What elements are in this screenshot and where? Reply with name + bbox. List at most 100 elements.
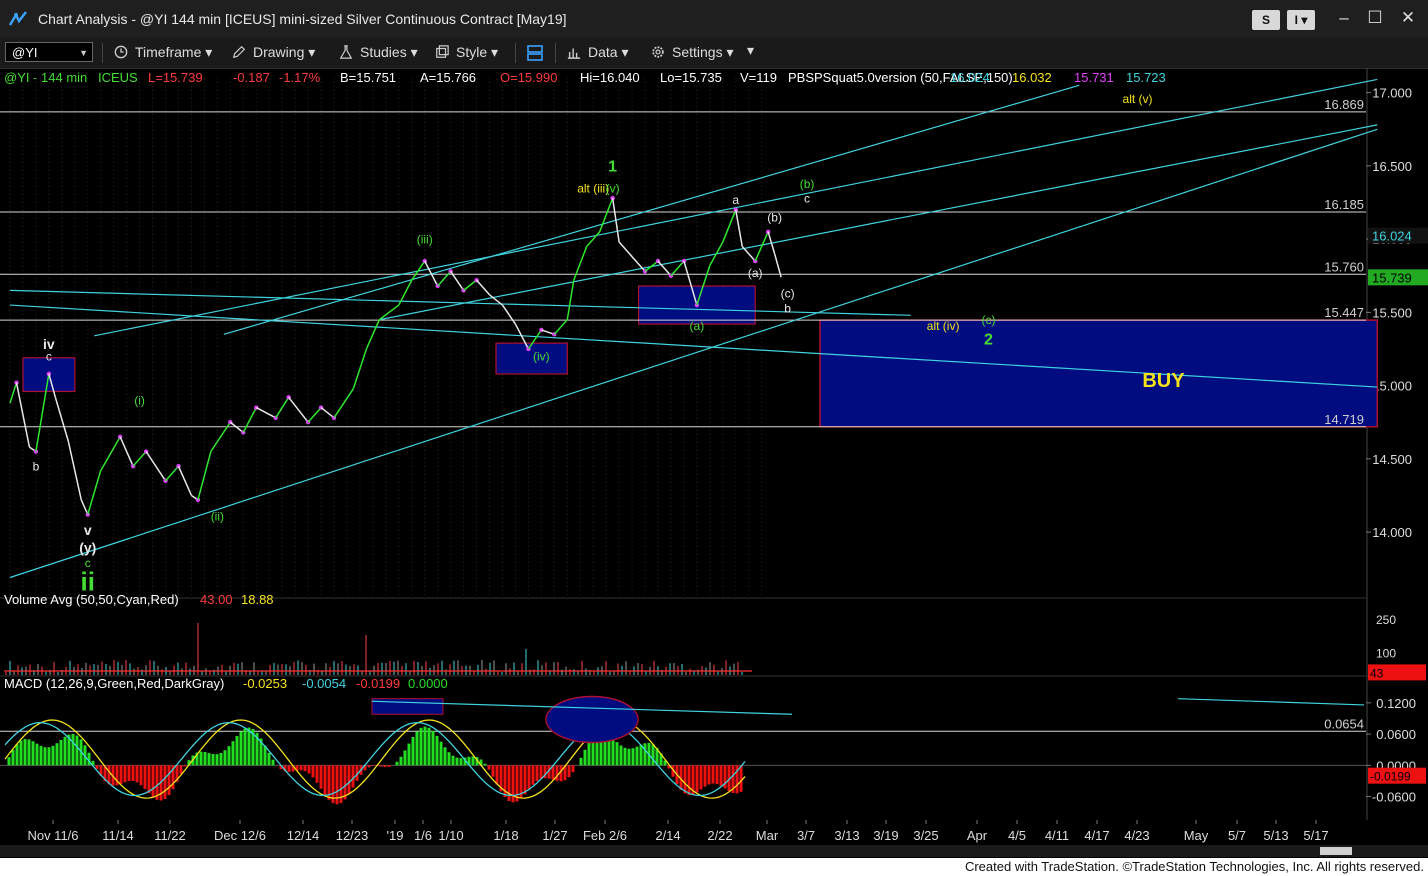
buy-zone-box	[819, 319, 1379, 428]
style-menu[interactable]: Style ▾	[434, 44, 498, 61]
y-tick-label: 14.000	[1372, 525, 1412, 540]
scrollbar-thumb[interactable]	[1320, 847, 1352, 855]
volume-title: Volume Avg (50,50,Cyan,Red)	[4, 592, 179, 607]
timeframe-label: Timeframe	[135, 44, 202, 60]
symbol-input[interactable]: @YI ▼	[5, 42, 93, 62]
wave-label: (b)	[800, 177, 815, 191]
price-bar	[145, 451, 167, 482]
price-bar	[164, 465, 180, 482]
x-tick-label: Nov 11/6	[27, 828, 78, 843]
minimize-icon[interactable]: –	[1332, 8, 1356, 28]
price-bar	[709, 241, 724, 266]
wave-label: a	[732, 193, 739, 207]
toolbar-overflow-button[interactable]: ▾	[747, 42, 754, 59]
last-price-flag: 15.739	[1372, 270, 1412, 285]
wave-label: (i)	[134, 394, 145, 408]
clock-icon	[114, 45, 128, 59]
price-bar	[15, 382, 31, 448]
legend-value: 15.731	[1074, 70, 1114, 85]
maximize-icon[interactable]: ☐	[1363, 8, 1387, 28]
studies-menu[interactable]: Studies ▾	[338, 44, 418, 61]
price-bar	[773, 253, 782, 278]
macd-value: -0.0054	[302, 676, 346, 691]
volume-tick-label: 100	[1376, 647, 1396, 661]
price-bar	[242, 407, 257, 433]
wave-label: c	[46, 350, 52, 364]
close-icon[interactable]: ✕	[1396, 8, 1420, 28]
settings-menu[interactable]: Settings ▾	[650, 44, 734, 61]
wave-label: (iii)	[417, 233, 433, 247]
price-bar	[288, 396, 309, 423]
price-bar	[424, 260, 439, 287]
studies-label: Studies	[360, 44, 407, 60]
y-tick-label: 15.000	[1372, 379, 1412, 394]
macd-tick-label: 0.1200	[1376, 696, 1416, 711]
style-label: Style	[456, 44, 488, 60]
level-label: 14.719	[1324, 412, 1364, 427]
trend-line	[9, 289, 911, 316]
price-bar	[722, 209, 737, 243]
price-bar	[501, 304, 517, 325]
price-bar	[87, 470, 102, 515]
s-button[interactable]: S	[1252, 10, 1280, 30]
x-tick-label: Mar	[756, 828, 779, 843]
legend-value: 16.024	[950, 70, 990, 85]
chart-area[interactable]: @YI - 144 min ICEUS L=15.739 -0.187 -1.17% B=…	[0, 68, 1428, 845]
x-tick-label: 4/17	[1084, 828, 1109, 843]
data-label: Data	[588, 44, 618, 60]
x-tick-label: 5/17	[1303, 828, 1328, 843]
symbol-value: @YI	[12, 45, 38, 60]
legend-value: -0.187	[233, 70, 270, 85]
wave-label: 2	[984, 332, 993, 349]
x-tick-label: 1/27	[542, 828, 567, 843]
legend-value: V=119	[740, 70, 777, 85]
legend-value: -1.17%	[279, 70, 321, 85]
y-tick-label: 17.000	[1372, 86, 1412, 101]
price-bar	[437, 270, 452, 287]
x-tick-label: 3/7	[797, 828, 815, 843]
drawing-menu[interactable]: Drawing ▾	[231, 44, 315, 61]
level-label: 16.185	[1324, 197, 1364, 212]
layout-button[interactable]	[526, 44, 550, 62]
macd-tick-label: 0.0600	[1376, 727, 1416, 742]
macd-ellipse	[545, 695, 639, 744]
x-tick-label: 1/18	[493, 828, 518, 843]
price-bar	[320, 406, 335, 419]
timeframe-menu[interactable]: Timeframe ▾	[113, 44, 212, 61]
wave-label: (iv)	[533, 350, 550, 364]
wave-label: BUY	[1142, 370, 1185, 392]
separator	[555, 43, 556, 63]
price-bar	[255, 406, 277, 419]
separator	[515, 43, 516, 63]
volume-flag: 43	[1370, 666, 1384, 680]
price-bar	[670, 260, 685, 277]
price-bar	[735, 209, 743, 247]
layout-icon	[527, 45, 543, 61]
i-button[interactable]: I ▾	[1287, 10, 1315, 30]
indicator-flag: 16.024	[1372, 229, 1412, 244]
horizontal-scrollbar[interactable]	[0, 845, 1428, 857]
legend-value: B=15.751	[340, 70, 396, 85]
settings-label: Settings	[672, 44, 723, 60]
x-tick-label: 1/10	[438, 828, 463, 843]
wave-label: (v)	[606, 181, 620, 195]
wave-label: (y)	[79, 540, 96, 556]
wave-label: (a)	[690, 319, 705, 333]
wave-label: (a)	[748, 266, 763, 280]
wave-label: c	[804, 192, 810, 206]
wave-label: b	[784, 301, 791, 315]
wave-label: (c)	[981, 313, 995, 327]
wave-label: v	[84, 522, 92, 538]
trend-line	[379, 124, 1378, 321]
macd-value: 0.0000	[408, 676, 448, 691]
price-bar	[119, 436, 134, 467]
legend-value: A=15.766	[420, 70, 476, 85]
price-bar	[553, 319, 568, 335]
x-tick-label: 11/22	[154, 828, 186, 843]
macd-title: MACD (12,26,9,Green,Red,DarkGray)	[4, 676, 224, 691]
price-bar	[132, 451, 147, 467]
macd-value: -0.0199	[356, 676, 400, 691]
data-menu[interactable]: Data ▾	[566, 44, 629, 61]
gear-icon	[652, 46, 664, 58]
volume-tick-label: 250	[1376, 613, 1396, 627]
